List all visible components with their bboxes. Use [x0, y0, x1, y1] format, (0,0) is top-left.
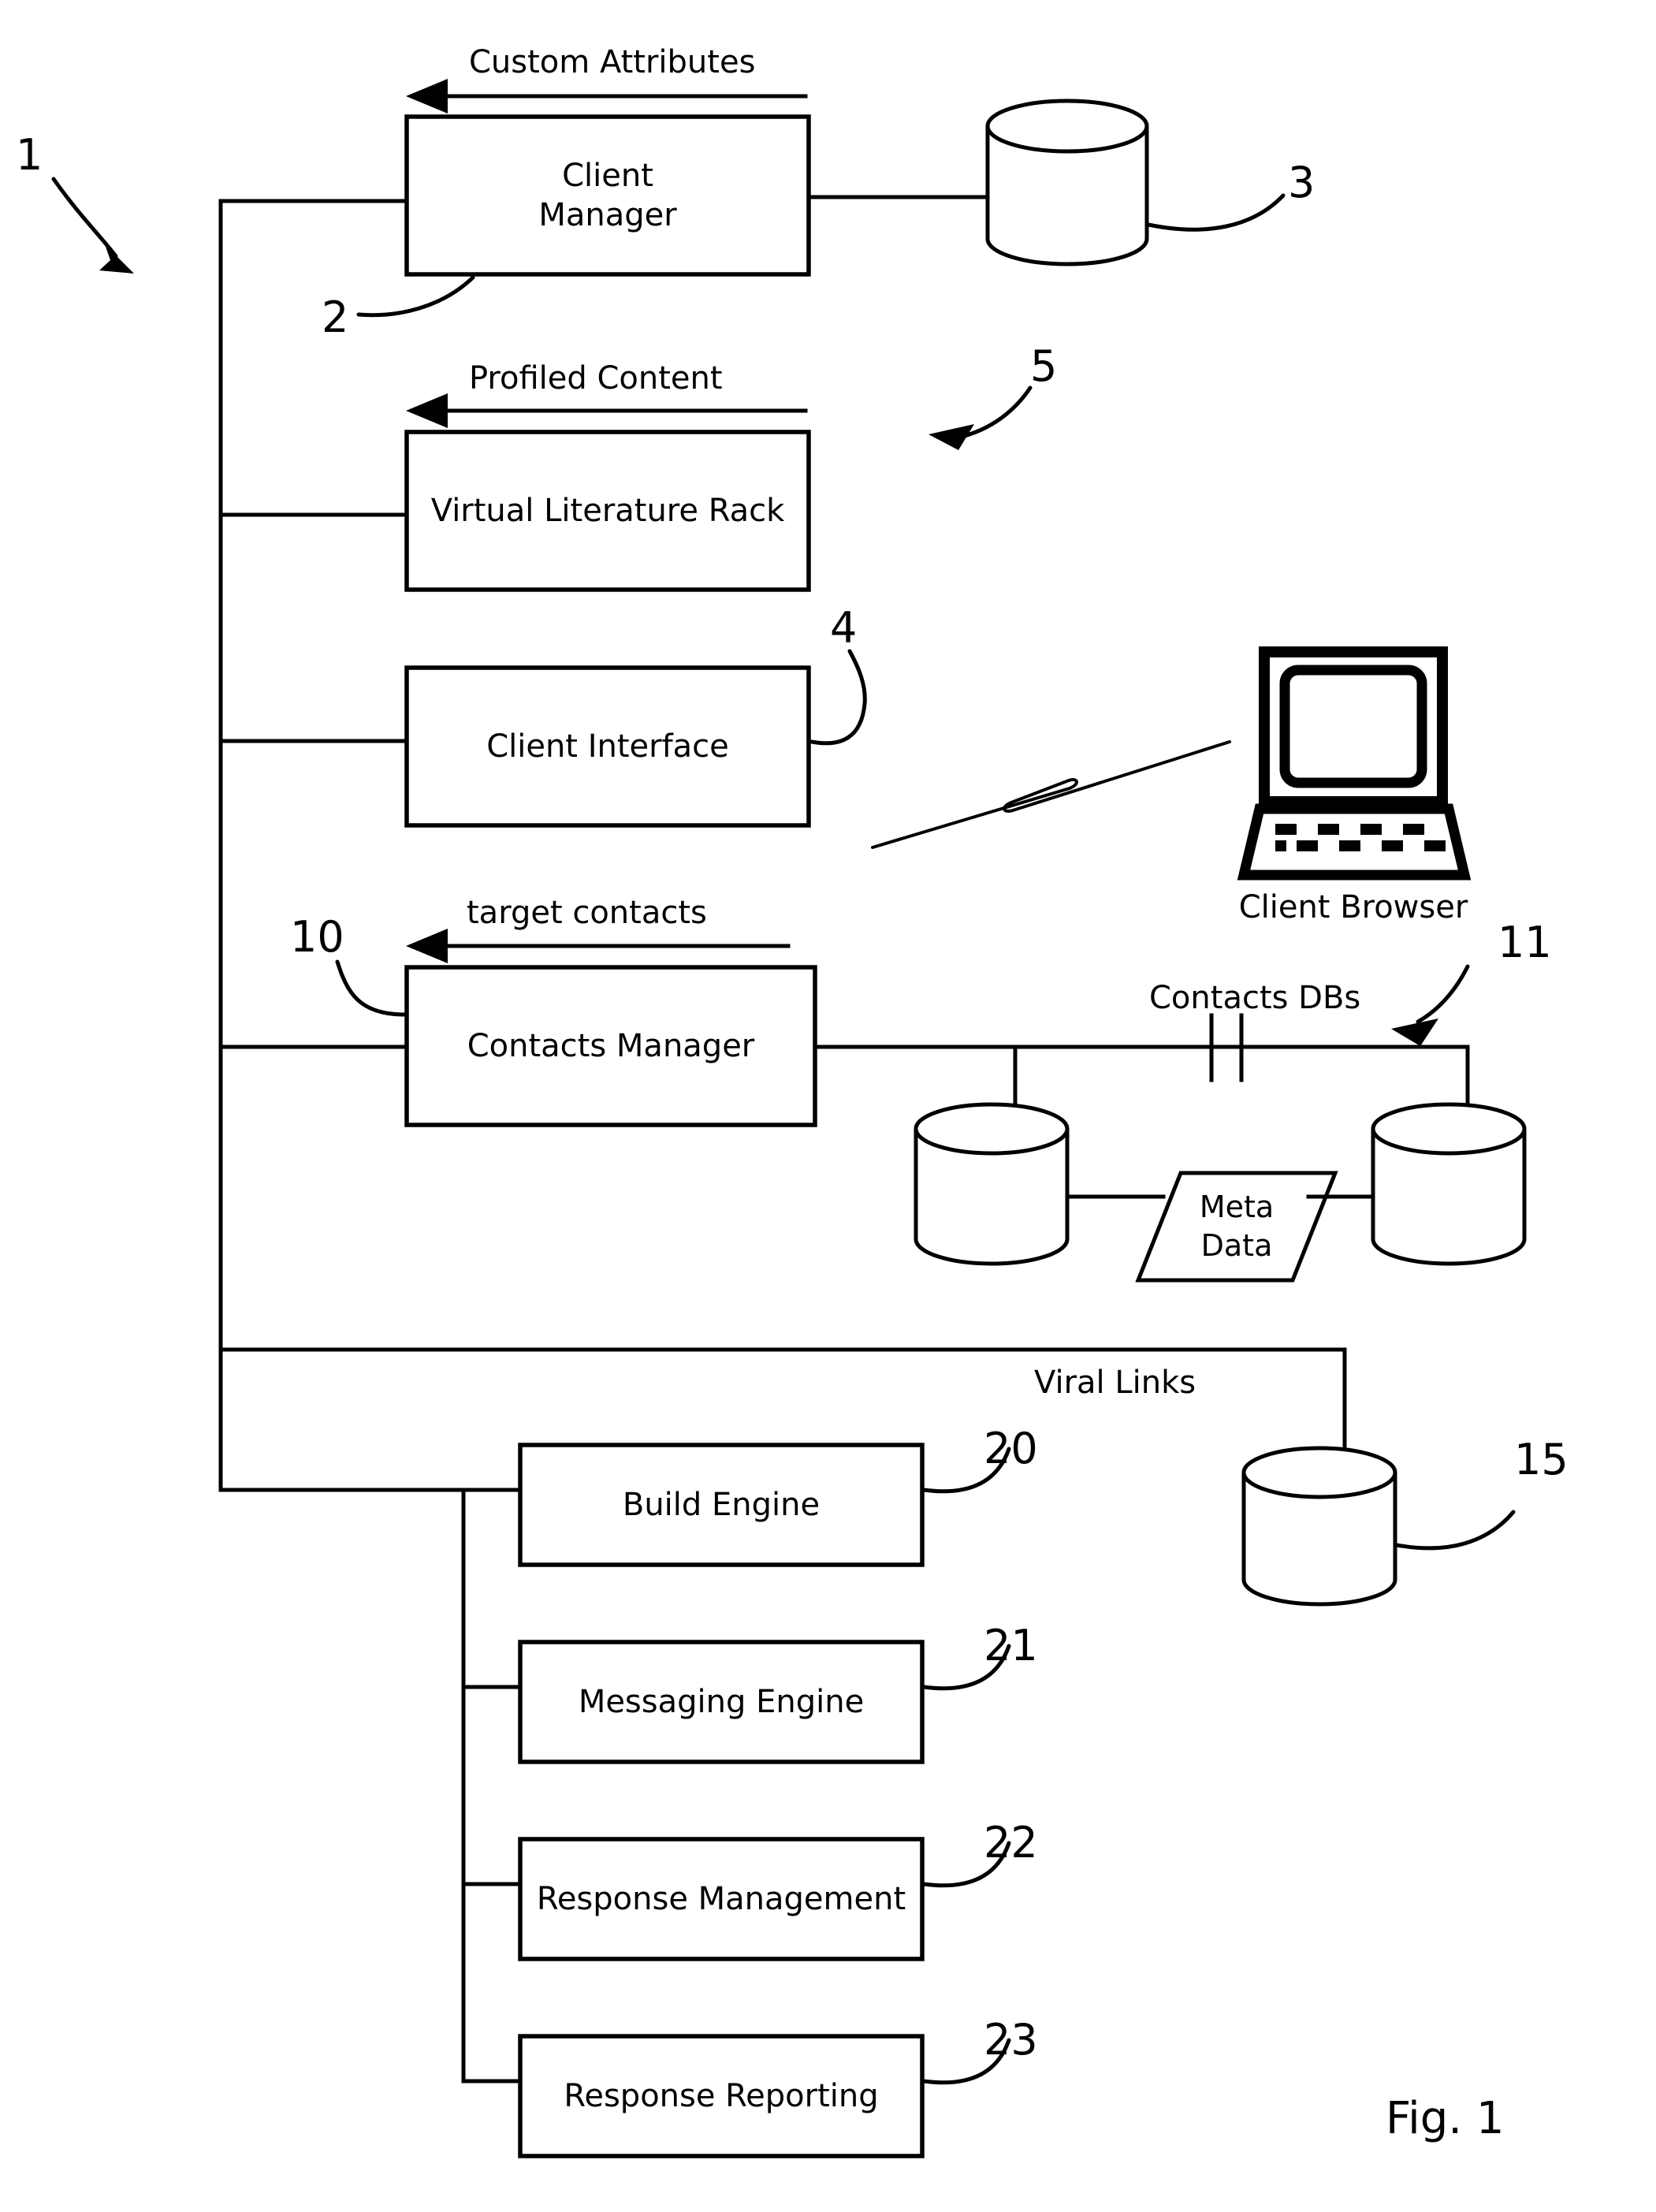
contacts-manager-label-group: Contacts Manager [407, 967, 815, 1125]
client-browser-label: Client Browser [1238, 889, 1468, 925]
wireless-link-squiggle [871, 740, 1231, 849]
contacts-manager-label: Contacts Manager [467, 1028, 755, 1064]
flow-label-viral-links: Viral Links [1034, 1365, 1196, 1401]
main-bus [218, 199, 1347, 1492]
build-engine-label-group: Build Engine [520, 1445, 922, 1565]
reference-5-arrow [928, 385, 1033, 450]
meta-data-label-line1: Meta [1199, 1189, 1275, 1224]
client-browser-icon [1237, 646, 1472, 881]
client-interface-label-group: Client Interface [407, 668, 809, 825]
reference-numeral-20: 20 [984, 1424, 1038, 1473]
response-reporting-label-group: Response Reporting [520, 2036, 922, 2156]
contacts-dbs-label: Contacts DBs [1149, 980, 1361, 1016]
meta-data-label-line2: Data [1200, 1228, 1273, 1263]
reference-11-arrow [1391, 964, 1470, 1046]
reference-numeral-10: 10 [290, 912, 344, 962]
reference-numeral-4: 4 [830, 603, 858, 653]
viral-links-db-group [1241, 1347, 1516, 1607]
reference-numeral-2: 2 [322, 292, 349, 342]
flow-target-contacts-arrow [406, 929, 791, 963]
reference-numeral-23: 23 [984, 2015, 1038, 2065]
response-reporting-label: Response Reporting [564, 2078, 879, 2114]
flow-profiled-content-arrow [406, 393, 808, 428]
reference-numeral-15: 15 [1514, 1435, 1569, 1484]
response-management-label-group: Response Management [520, 1839, 922, 1959]
reference-numeral-21: 21 [984, 1621, 1038, 1670]
flow-custom-attributes-arrow [406, 79, 808, 114]
figure-caption: Fig. 1 [1386, 2093, 1505, 2144]
reference-numeral-1: 1 [16, 130, 43, 180]
client-interface-label: Client Interface [486, 728, 729, 765]
reference-numeral-3: 3 [1288, 158, 1315, 207]
virtual-literature-rack-label-group: Virtual Literature Rack [407, 432, 809, 590]
flow-label-custom-attributes: Custom Attributes [469, 44, 756, 80]
reference-numeral-11: 11 [1498, 918, 1552, 967]
meta-data-label-group: Meta Data [1148, 1176, 1326, 1277]
flow-label-target-contacts: target contacts [467, 895, 707, 931]
messaging-engine-label-group: Messaging Engine [520, 1642, 922, 1762]
patent-figure: 1 Custom Attributes Client Manager 2 3 P… [0, 0, 1656, 2212]
flow-label-profiled-content: Profiled Content [469, 360, 723, 397]
messaging-engine-label: Messaging Engine [578, 1684, 865, 1720]
system-reference-arrow [51, 177, 134, 274]
build-engine-label: Build Engine [622, 1487, 821, 1523]
virtual-literature-rack-label: Virtual Literature Rack [430, 493, 785, 529]
client-manager-label-line1: Client [562, 158, 653, 194]
response-management-label: Response Management [536, 1881, 906, 1917]
engine-bus [461, 1488, 523, 2084]
reference-numeral-22: 22 [984, 1818, 1038, 1868]
reference-numeral-5: 5 [1030, 341, 1058, 391]
client-manager-label-group: Client Manager [407, 117, 809, 274]
client-manager-label-line2: Manager [538, 197, 677, 233]
client-database-group [985, 99, 1286, 266]
